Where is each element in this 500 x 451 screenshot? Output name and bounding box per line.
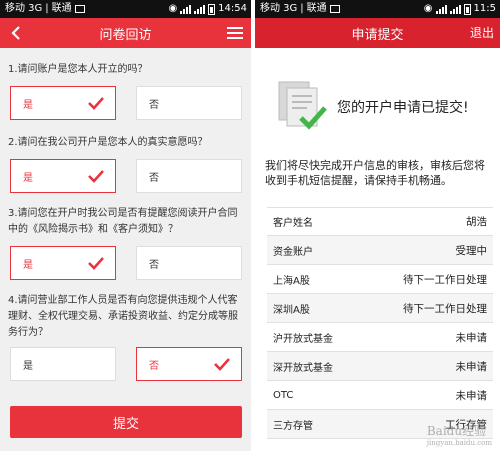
carrier2-label: 联通 xyxy=(306,3,327,14)
wifi-icon: ◉ xyxy=(168,3,178,14)
row-label: 深圳A股 xyxy=(273,304,310,316)
carrier-label: 移动 3G xyxy=(260,3,298,14)
option-label: 否 xyxy=(149,99,159,111)
row-value: 胡浩 xyxy=(466,216,487,228)
signal2-icon xyxy=(449,4,461,14)
q1-no-option[interactable]: 否 xyxy=(136,86,242,120)
row-value: 待下一工作日处理 xyxy=(403,302,487,315)
row-value: 未申请 xyxy=(455,360,488,373)
question-4-text: 4.请问营业部工作人员是否有向您提供违规个人代客理财、全权代理交易、承诺投资收益… xyxy=(8,295,238,338)
option-label: 是 xyxy=(23,99,33,111)
q2-yes-option[interactable]: 是 xyxy=(10,159,116,193)
q3-no-option[interactable]: 否 xyxy=(136,246,242,280)
row-label: 客户姓名 xyxy=(273,218,313,229)
battery-icon xyxy=(463,3,471,15)
signal-icon xyxy=(180,4,192,14)
table-row: 资金账户 受理中 xyxy=(267,236,493,265)
document-check-icon xyxy=(278,81,327,130)
row-value: 未申请 xyxy=(455,331,488,344)
menu-icon[interactable] xyxy=(227,27,243,39)
row-label: 上海A股 xyxy=(273,275,310,287)
table-row: 上海A股 待下一工作日处理 xyxy=(267,265,493,294)
row-label: 深开放式基金 xyxy=(273,362,333,374)
watermark-url: jingyan.baidu.com xyxy=(426,439,492,447)
table-row: OTC 未申请 xyxy=(267,381,493,410)
row-value: 受理中 xyxy=(455,244,488,257)
table-row: 深开放式基金 未申请 xyxy=(267,352,493,381)
success-title: 您的开户申请已提交! xyxy=(337,100,469,116)
back-arrow-icon[interactable] xyxy=(8,24,26,42)
q3-yes-option[interactable]: 是 xyxy=(10,246,116,280)
checkmark-icon xyxy=(88,257,104,270)
image-notification-icon xyxy=(74,5,85,13)
page-title: 申请提交 xyxy=(351,27,404,43)
table-row: 沪开放式基金 未申请 xyxy=(267,323,493,352)
row-label: OTC xyxy=(273,389,294,401)
row-label: 三方存管 xyxy=(273,420,313,432)
option-label: 是 xyxy=(23,172,33,184)
table-row: 客户姓名 胡浩 xyxy=(267,207,493,236)
questionnaire-screen: 移动 3G | 联通 ◉ 14:54 问卷回访 1.请问账户是您本人开立的吗？ … xyxy=(0,0,251,451)
battery-icon xyxy=(208,3,216,15)
option-label: 否 xyxy=(149,172,159,184)
q4-no-option[interactable]: 否 xyxy=(136,347,242,381)
application-status-table: 客户姓名 胡浩 资金账户 受理中 上海A股 待下一工作日处理 深圳A股 待下一工作日处理… xyxy=(267,207,493,439)
clock: 11:5 xyxy=(473,3,496,14)
submit-button[interactable]: 提交 xyxy=(10,406,242,438)
signal-icon xyxy=(435,4,447,14)
checkmark-icon xyxy=(214,358,230,371)
question-3-text: 3.请问您在开户时我公司是否有提醒您阅读开户合同中的《风险揭示书》和《客户须知》… xyxy=(8,208,238,235)
row-value: 待下一工作日处理 xyxy=(403,273,487,286)
page-title: 问卷回访 xyxy=(99,27,152,43)
row-value: 未申请 xyxy=(455,389,488,402)
watermark: Baidu经验 jingyan.baidu.com xyxy=(427,422,492,447)
logout-button[interactable]: 退出 xyxy=(470,18,494,48)
title-bar: 问卷回访 xyxy=(0,18,251,48)
checkmark-icon xyxy=(88,97,104,110)
success-banner: 您的开户申请已提交! xyxy=(277,80,497,140)
row-label: 资金账户 xyxy=(273,246,313,258)
option-label: 是 xyxy=(23,259,33,271)
status-bar: 移动 3G | 联通 ◉ 14:54 xyxy=(0,0,251,18)
separator: | xyxy=(45,3,49,14)
notice-text: 我们将尽快完成开户信息的审核，审核后您将收到手机短信提醒，请保持手机畅通。 xyxy=(265,159,485,187)
option-label: 否 xyxy=(149,259,159,271)
table-row: 深圳A股 待下一工作日处理 xyxy=(267,294,493,323)
title-bar: 申请提交 退出 xyxy=(255,18,500,48)
carrier2-label: 联通 xyxy=(51,3,72,14)
q4-yes-option[interactable]: 是 xyxy=(10,347,116,381)
question-2-text: 2.请问在我公司开户是您本人的真实意愿吗？ xyxy=(8,137,208,148)
option-label: 是 xyxy=(23,360,33,372)
row-label: 沪开放式基金 xyxy=(273,333,333,345)
clock: 14:54 xyxy=(218,3,247,14)
checkmark-icon xyxy=(88,170,104,183)
watermark-text: Baidu经验 xyxy=(426,424,487,438)
option-label: 否 xyxy=(149,360,159,372)
q2-no-option[interactable]: 否 xyxy=(136,159,242,193)
q1-yes-option[interactable]: 是 xyxy=(10,86,116,120)
application-submitted-screen: 移动 3G | 联通 ◉ 11:5 申请提交 退出 您的开户申请已提交! 我们将… xyxy=(255,0,500,451)
image-notification-icon xyxy=(329,5,340,13)
wifi-icon: ◉ xyxy=(423,3,433,14)
separator: | xyxy=(300,3,304,14)
carrier-label: 移动 3G xyxy=(5,3,43,14)
status-bar: 移动 3G | 联通 ◉ 11:5 xyxy=(255,0,500,18)
signal2-icon xyxy=(194,4,206,14)
question-1-text: 1.请问账户是您本人开立的吗？ xyxy=(8,64,148,75)
